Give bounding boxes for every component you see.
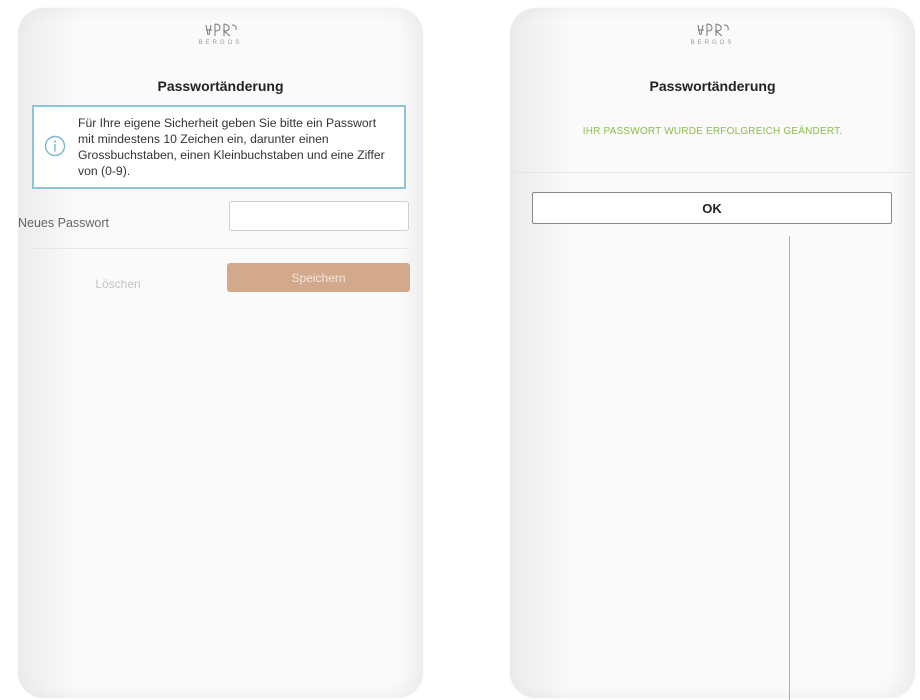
password-change-success-screen: BERGOS Passwortänderung IHR PASSWORT WUR…: [510, 8, 915, 698]
logo-subtext: BERGOS: [198, 40, 243, 46]
info-text: Für Ihre eigene Sicherheit geben Sie bit…: [78, 116, 385, 178]
divider: [32, 248, 409, 249]
brand-logo: BERGOS: [510, 22, 915, 46]
edge-shadow: [510, 8, 570, 698]
new-password-input[interactable]: [229, 201, 409, 231]
accent-line: [789, 236, 790, 700]
bergos-logo-icon: [697, 23, 729, 37]
ok-button[interactable]: OK: [532, 192, 892, 224]
password-change-screen: BERGOS Passwortänderung Für Ihre eigene …: [18, 8, 423, 698]
bergos-logo-icon: [205, 23, 237, 37]
save-button[interactable]: Speichern: [227, 263, 410, 292]
password-requirements-info: Für Ihre eigene Sicherheit geben Sie bit…: [32, 105, 406, 189]
success-message: IHR PASSWORT WURDE ERFOLGREICH GEÄNDERT.: [582, 126, 843, 137]
new-password-label: Neues Passwort: [18, 216, 110, 230]
divider: [510, 172, 915, 173]
clear-button[interactable]: Löschen: [48, 270, 188, 298]
info-circle-icon: [44, 135, 66, 157]
page-title: Passwortänderung: [649, 78, 776, 94]
page-title: Passwortänderung: [157, 78, 284, 94]
logo-subtext: BERGOS: [690, 40, 735, 46]
brand-logo: BERGOS: [18, 22, 423, 46]
